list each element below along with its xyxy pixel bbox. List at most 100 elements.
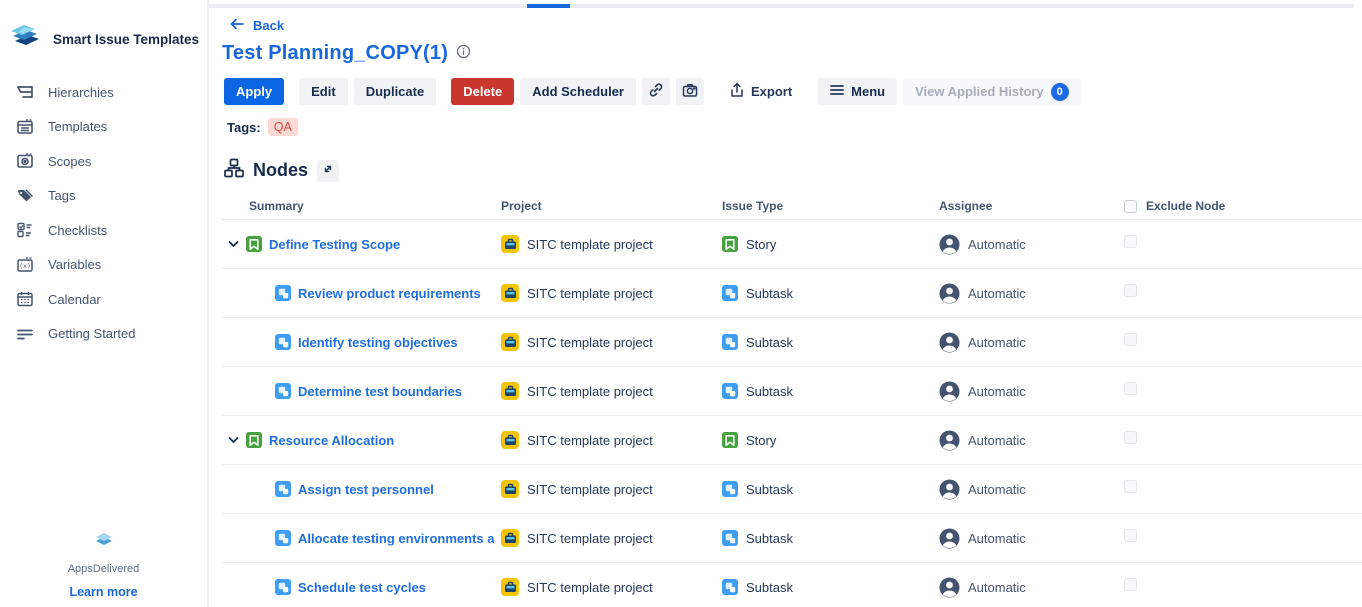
- horizontal-scrollbar[interactable]: [209, 4, 1354, 8]
- assignee-cell: Automatic: [929, 234, 1124, 255]
- exclude-row-checkbox[interactable]: [1124, 235, 1137, 248]
- sidebar-item-scopes[interactable]: Scopes: [0, 144, 207, 179]
- assignee-name: Automatic: [968, 531, 1026, 546]
- title-row: Test Planning_COPY(1): [222, 42, 1362, 65]
- summary-link[interactable]: Schedule test cycles: [298, 580, 426, 595]
- assignee-cell: Automatic: [929, 528, 1124, 549]
- edit-button[interactable]: Edit: [299, 78, 348, 105]
- learn-more-link[interactable]: Learn more: [69, 585, 137, 599]
- duplicate-button[interactable]: Duplicate: [354, 78, 437, 105]
- sidebar-item-checklists[interactable]: Checklists: [0, 213, 207, 248]
- table-row: Allocate testing environments a SITC tem…: [222, 514, 1362, 563]
- summary-link[interactable]: Determine test boundaries: [298, 384, 462, 399]
- scrollbar-thumb[interactable]: [527, 4, 570, 8]
- back-button[interactable]: Back: [230, 18, 284, 33]
- project-avatar-icon: [501, 382, 519, 400]
- project-name: SITC template project: [527, 531, 653, 546]
- menu-button[interactable]: Menu: [818, 78, 897, 105]
- nodes-icon: [224, 158, 244, 183]
- summary-link[interactable]: Define Testing Scope: [269, 237, 400, 252]
- delete-button[interactable]: Delete: [451, 78, 514, 105]
- assignee-avatar-icon: [939, 283, 960, 304]
- summary-link[interactable]: Assign test personnel: [298, 482, 434, 497]
- sidebar-item-label: Tags: [48, 188, 75, 203]
- expand-nodes-button[interactable]: [317, 160, 339, 182]
- apply-button[interactable]: Apply: [224, 78, 284, 105]
- summary-cell: Assign test personnel: [227, 481, 494, 497]
- history-count-badge: 0: [1051, 83, 1069, 101]
- sidebar-item-templates[interactable]: Templates: [0, 110, 207, 145]
- menu-icon: [830, 84, 844, 99]
- project-cell: SITC template project: [494, 529, 714, 547]
- assignee-cell: Automatic: [929, 332, 1124, 353]
- project-avatar-icon: [501, 431, 519, 449]
- project-cell: SITC template project: [494, 382, 714, 400]
- summary-cell: Define Testing Scope: [227, 236, 494, 252]
- assignee-name: Automatic: [968, 580, 1026, 595]
- project-avatar-icon: [501, 284, 519, 302]
- issue-type-name: Story: [746, 237, 776, 252]
- table-row: Resource Allocation SITC template projec…: [222, 416, 1362, 465]
- sidebar-item-label: Hierarchies: [48, 85, 114, 100]
- assignee-name: Automatic: [968, 286, 1026, 301]
- subtask-icon: [275, 481, 291, 497]
- exclude-row-checkbox[interactable]: [1124, 431, 1137, 444]
- assignee-cell: Automatic: [929, 479, 1124, 500]
- sidebar: Smart Issue Templates Hierarchies Templa…: [0, 0, 209, 607]
- camera-icon: [682, 83, 698, 101]
- summary-link[interactable]: Allocate testing environments a: [298, 531, 494, 546]
- export-button[interactable]: Export: [718, 78, 804, 105]
- sidebar-item-calendar[interactable]: Calendar: [0, 282, 207, 317]
- exclude-row-checkbox[interactable]: [1124, 578, 1137, 591]
- screenshot-button[interactable]: [676, 78, 704, 105]
- assignee-avatar-icon: [939, 577, 960, 598]
- column-header-summary: Summary: [227, 199, 494, 213]
- assignee-cell: Automatic: [929, 381, 1124, 402]
- project-name: SITC template project: [527, 433, 653, 448]
- sidebar-item-hierarchies[interactable]: Hierarchies: [0, 75, 207, 110]
- export-label: Export: [751, 84, 792, 99]
- issue-type-name: Subtask: [746, 580, 793, 595]
- exclude-row-checkbox[interactable]: [1124, 382, 1137, 395]
- project-cell: SITC template project: [494, 578, 714, 596]
- view-applied-history-button[interactable]: View Applied History 0: [903, 78, 1081, 105]
- info-icon[interactable]: [456, 44, 471, 64]
- back-arrow-icon: [230, 18, 245, 33]
- exclude-node-label: Exclude Node: [1146, 199, 1225, 213]
- table-header-row: Summary Project Issue Type Assignee Excl…: [222, 193, 1362, 220]
- exclude-row-checkbox[interactable]: [1124, 480, 1137, 493]
- issue-type-cell: Story: [714, 236, 929, 252]
- exclude-cell: [1124, 578, 1362, 596]
- sidebar-nav: Hierarchies Templates Scopes: [0, 75, 207, 351]
- exclude-cell: [1124, 284, 1362, 302]
- exclude-row-checkbox[interactable]: [1124, 529, 1137, 542]
- sidebar-item-label: Scopes: [48, 154, 91, 169]
- exclude-cell: [1124, 382, 1362, 400]
- issue-type-name: Subtask: [746, 286, 793, 301]
- add-scheduler-button[interactable]: Add Scheduler: [520, 78, 636, 105]
- sidebar-item-getting-started[interactable]: Getting Started: [0, 317, 207, 352]
- project-cell: SITC template project: [494, 431, 714, 449]
- summary-cell: Allocate testing environments a: [227, 530, 494, 546]
- link-icon: [648, 82, 664, 101]
- exclude-all-checkbox[interactable]: [1124, 200, 1137, 213]
- summary-cell: Schedule test cycles: [227, 579, 494, 595]
- summary-link[interactable]: Identify testing objectives: [298, 335, 458, 350]
- summary-link[interactable]: Resource Allocation: [269, 433, 394, 448]
- summary-cell: Identify testing objectives: [227, 334, 494, 350]
- project-avatar-icon: [501, 480, 519, 498]
- exclude-row-checkbox[interactable]: [1124, 284, 1137, 297]
- assignee-cell: Automatic: [929, 283, 1124, 304]
- table-row: Identify testing objectives SITC templat…: [222, 318, 1362, 367]
- sidebar-item-tags[interactable]: Tags: [0, 179, 207, 214]
- exclude-row-checkbox[interactable]: [1124, 333, 1137, 346]
- assignee-cell: Automatic: [929, 430, 1124, 451]
- chevron-down-icon[interactable]: [227, 436, 239, 444]
- copy-link-button[interactable]: [642, 78, 670, 105]
- sidebar-item-variables[interactable]: (x) Variables: [0, 248, 207, 283]
- issue-type-name: Story: [746, 433, 776, 448]
- tags-icon: [15, 187, 35, 205]
- assignee-name: Automatic: [968, 433, 1026, 448]
- summary-link[interactable]: Review product requirements: [298, 286, 481, 301]
- chevron-down-icon[interactable]: [227, 240, 239, 248]
